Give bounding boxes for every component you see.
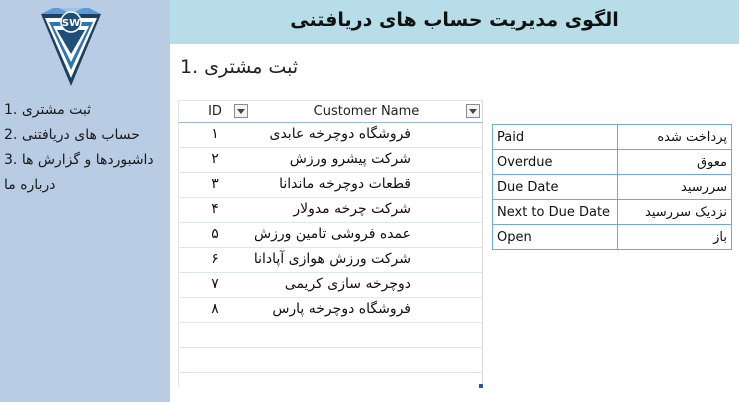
- legend-label-fa: پرداخت شده: [617, 124, 732, 150]
- legend-label-fa: نزدیک سررسید: [617, 199, 732, 225]
- sidebar-item-receivables[interactable]: حساب های دریافتنی .2: [0, 123, 168, 148]
- legend-label-en: Open: [492, 224, 618, 250]
- table-row[interactable]: ۸ فروشگاه دوچرخه پارس: [179, 297, 482, 323]
- cell-id: ۷: [211, 276, 219, 292]
- table-row[interactable]: ۵ عمده فروشی تامین ورزش: [179, 222, 482, 248]
- page-title: الگوی مدیریت حساب های دریافتنی: [290, 9, 619, 31]
- cell-customer-name: دوچرخه سازی کریمی: [284, 276, 411, 292]
- sidebar-item-dashboards-reports[interactable]: داشبوردها و گزارش ها .3: [0, 148, 168, 173]
- legend-label-fa: معوق: [617, 149, 732, 175]
- table-row[interactable]: ۳ قطعات دوچرخه ماندانا: [179, 172, 482, 198]
- sidebar-nav: ثبت مشتری .1 حساب های دریافتنی .2 داشبور…: [0, 98, 168, 198]
- cell-customer-name: قطعات دوچرخه ماندانا: [279, 176, 411, 192]
- diamond-logo-icon: SW: [41, 8, 101, 86]
- cell-id: ۲: [211, 151, 219, 167]
- cell-customer-name: شرکت چرخه مدولار: [293, 201, 411, 217]
- cell-id: ۳: [211, 176, 219, 192]
- logo: SW: [39, 8, 103, 88]
- legend-label-en: Due Date: [492, 174, 618, 200]
- cell-customer-name: فروشگاه دوچرخه عابدی: [269, 126, 412, 142]
- logo-text: SW: [62, 18, 80, 29]
- cell-customer-name: فروشگاه دوچرخه پارس: [272, 301, 411, 317]
- table-row[interactable]: ۶ شرکت ورزش هوازی آپادانا: [179, 247, 482, 273]
- cell-id: ۴: [211, 201, 219, 217]
- legend-label-en: Next to Due Date: [492, 199, 618, 225]
- cell-id: ۵: [211, 226, 219, 242]
- header-bar: الگوی مدیریت حساب های دریافتنی: [170, 0, 739, 44]
- table-resize-handle[interactable]: [479, 384, 483, 388]
- table-row[interactable]: ۴ شرکت چرخه مدولار: [179, 197, 482, 223]
- customer-table: ID Customer Name ۱ فروشگاه دوچرخه عابدی …: [178, 100, 483, 388]
- cell-customer-name: عمده فروشی تامین ورزش: [254, 226, 411, 242]
- cell-id: ۱: [211, 126, 219, 142]
- cell-customer-name: شرکت پیشرو ورزش: [289, 151, 411, 167]
- status-legend: Paid پرداخت شده Overdue معوق Due Date سر…: [492, 124, 732, 250]
- empty-table-row[interactable]: [179, 347, 482, 373]
- legend-row: Next to Due Date نزدیک سررسید: [492, 199, 732, 225]
- empty-table-row[interactable]: [179, 322, 482, 348]
- dropdown-arrow-icon: [237, 109, 245, 114]
- legend-label-en: Overdue: [492, 149, 618, 175]
- table-row[interactable]: ۷ دوچرخه سازی کریمی: [179, 272, 482, 298]
- section-title: ثبت مشتری .1: [180, 56, 299, 78]
- cell-id: ۸: [211, 301, 219, 317]
- table-row[interactable]: ۲ شرکت پیشرو ورزش: [179, 147, 482, 173]
- cell-customer-name: شرکت ورزش هوازی آپادانا: [253, 251, 411, 267]
- legend-row: Overdue معوق: [492, 149, 732, 175]
- table-header: ID Customer Name: [179, 100, 482, 123]
- legend-row: Open باز: [492, 224, 732, 250]
- customer-name-filter-button[interactable]: [466, 104, 480, 118]
- legend-label-en: Paid: [492, 124, 618, 150]
- table-row[interactable]: ۱ فروشگاه دوچرخه عابدی: [179, 122, 482, 148]
- cell-id: ۶: [211, 251, 219, 267]
- legend-row: Paid پرداخت شده: [492, 124, 732, 150]
- id-filter-button[interactable]: [234, 104, 248, 118]
- sidebar: SW ثبت مشتری .1 حساب های دریافتنی .2 داش…: [0, 0, 170, 402]
- column-header-customer-name: Customer Name: [313, 104, 420, 119]
- legend-label-fa: باز: [617, 224, 732, 250]
- sidebar-item-customer-registration[interactable]: ثبت مشتری .1: [0, 98, 168, 123]
- sidebar-item-about-us[interactable]: درباره ما: [0, 173, 168, 198]
- dropdown-arrow-icon: [469, 109, 477, 114]
- legend-row: Due Date سررسید: [492, 174, 732, 200]
- legend-label-fa: سررسید: [617, 174, 732, 200]
